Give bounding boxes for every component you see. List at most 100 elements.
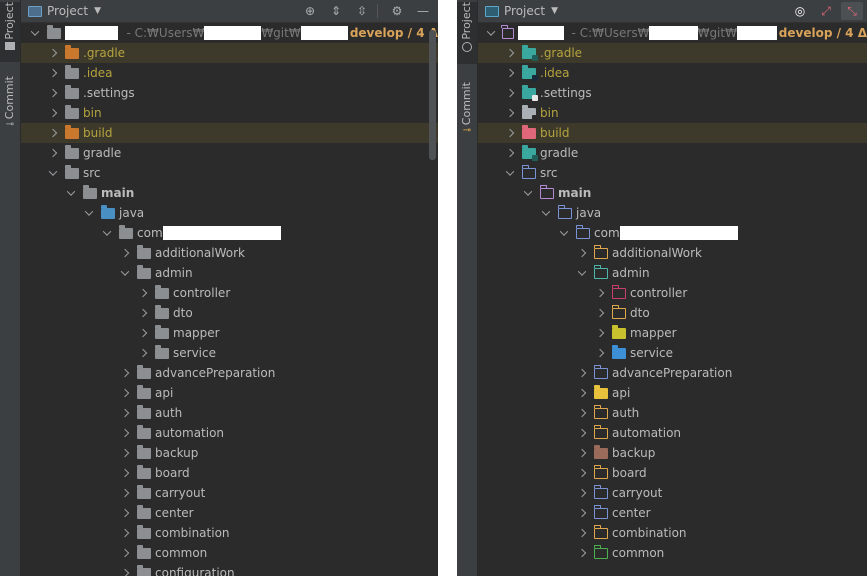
chevron-down-icon[interactable] (119, 263, 131, 283)
tree-row[interactable]: combination (478, 523, 867, 543)
tree-row[interactable]: combination (21, 523, 438, 543)
chevron-right-icon[interactable] (504, 143, 516, 163)
tree-row[interactable]: .settings (21, 83, 438, 103)
tab-commit[interactable]: Commit ⊸ (457, 82, 477, 142)
tree-row[interactable]: backup (478, 443, 867, 463)
tree-row[interactable]: board (478, 463, 867, 483)
chevron-right-icon[interactable] (119, 403, 131, 423)
tree-row[interactable]: common (21, 543, 438, 563)
chevron-down-icon[interactable] (576, 263, 588, 283)
tree-row[interactable]: carryout (478, 483, 867, 503)
tree-row[interactable]: mapper (478, 323, 867, 343)
chevron-right-icon[interactable] (594, 323, 606, 343)
tree-row[interactable]: gradle (478, 143, 867, 163)
chevron-down-icon[interactable] (101, 223, 113, 243)
tree-row[interactable]: dto (478, 303, 867, 323)
chevron-right-icon[interactable] (119, 563, 131, 576)
tree-row[interactable]: advancePreparation (478, 363, 867, 383)
chevron-right-icon[interactable] (137, 343, 149, 363)
tree-row[interactable]: board (21, 463, 438, 483)
chevron-right-icon[interactable] (576, 483, 588, 503)
scrollbar-thumb[interactable] (429, 30, 436, 160)
chevron-right-icon[interactable] (576, 243, 588, 263)
tree-row[interactable]: com (478, 223, 867, 243)
tree-row[interactable]: com (21, 223, 438, 243)
chevron-right-icon[interactable] (576, 443, 588, 463)
panel-title[interactable]: Project (47, 4, 88, 18)
tree-row[interactable]: additionalWork (478, 243, 867, 263)
chevron-right-icon[interactable] (576, 383, 588, 403)
tab-project[interactable]: Project (0, 2, 20, 62)
tree-row[interactable]: - C:₩Users₩ ₩git₩ develop / 4 Δ (478, 23, 867, 43)
chevron-right-icon[interactable] (47, 143, 59, 163)
chevron-right-icon[interactable] (119, 363, 131, 383)
tree-row[interactable]: java (478, 203, 867, 223)
chevron-down-icon[interactable] (522, 183, 534, 203)
tree-row[interactable]: main (478, 183, 867, 203)
tree-row[interactable]: build (478, 123, 867, 143)
chevron-right-icon[interactable] (594, 283, 606, 303)
chevron-down-icon[interactable]: ▼ (551, 6, 558, 16)
tree-row[interactable]: center (478, 503, 867, 523)
tree-row[interactable]: service (478, 343, 867, 363)
tree-row[interactable]: bin (478, 103, 867, 123)
tree-row[interactable]: admin (21, 263, 438, 283)
tree-row[interactable]: additionalWork (21, 243, 438, 263)
tree-row[interactable]: automation (478, 423, 867, 443)
chevron-down-icon[interactable] (540, 203, 552, 223)
chevron-right-icon[interactable] (576, 523, 588, 543)
tree-row[interactable]: .gradle (478, 43, 867, 63)
tree-row[interactable]: auth (478, 403, 867, 423)
tree-row[interactable]: configuration (21, 563, 438, 576)
tree-row[interactable]: build (21, 123, 438, 143)
expand-all-icon[interactable]: ⇕ (325, 2, 347, 20)
chevron-right-icon[interactable] (47, 43, 59, 63)
gear-icon[interactable]: ⚙ (386, 2, 408, 20)
tree-row[interactable]: src (21, 163, 438, 183)
chevron-down-icon[interactable] (504, 163, 516, 183)
chevron-right-icon[interactable] (594, 343, 606, 363)
chevron-right-icon[interactable] (576, 503, 588, 523)
minimize-icon[interactable]: — (412, 2, 434, 20)
tab-project[interactable]: Project (457, 2, 477, 64)
tree-row[interactable]: .idea (478, 63, 867, 83)
tree-row[interactable]: api (478, 383, 867, 403)
chevron-down-icon[interactable] (65, 183, 77, 203)
chevron-right-icon[interactable] (576, 423, 588, 443)
tree-row[interactable]: controller (21, 283, 438, 303)
tree-row[interactable]: .settings (478, 83, 867, 103)
chevron-right-icon[interactable] (504, 123, 516, 143)
tree-row[interactable]: common (478, 543, 867, 563)
tree-row[interactable]: main (21, 183, 438, 203)
tree-row[interactable]: java (21, 203, 438, 223)
chevron-right-icon[interactable] (594, 303, 606, 323)
tree-row[interactable]: dto (21, 303, 438, 323)
chevron-right-icon[interactable] (119, 443, 131, 463)
chevron-right-icon[interactable] (119, 523, 131, 543)
chevron-right-icon[interactable] (119, 483, 131, 503)
chevron-right-icon[interactable] (47, 83, 59, 103)
chevron-right-icon[interactable] (119, 383, 131, 403)
expand-icon[interactable]: ⤢ (815, 2, 837, 20)
tree-row[interactable]: automation (21, 423, 438, 443)
chevron-down-icon[interactable] (486, 23, 496, 43)
chevron-right-icon[interactable] (504, 63, 516, 83)
tree-row[interactable]: controller (478, 283, 867, 303)
chevron-down-icon[interactable] (83, 203, 95, 223)
tree-row[interactable]: bin (21, 103, 438, 123)
tree-row[interactable]: auth (21, 403, 438, 423)
collapse-all-icon[interactable]: ⇳ (351, 2, 373, 20)
chevron-right-icon[interactable] (119, 503, 131, 523)
panel-title[interactable]: Project (504, 4, 545, 18)
chevron-right-icon[interactable] (47, 123, 59, 143)
tree-row[interactable]: - C:₩Users₩ ₩git₩ develop / 4 Δ (21, 23, 438, 43)
chevron-right-icon[interactable] (47, 103, 59, 123)
chevron-right-icon[interactable] (137, 283, 149, 303)
chevron-right-icon[interactable] (137, 323, 149, 343)
tree-row[interactable]: admin (478, 263, 867, 283)
chevron-right-icon[interactable] (47, 63, 59, 83)
chevron-right-icon[interactable] (576, 543, 588, 563)
chevron-right-icon[interactable] (576, 403, 588, 423)
tree-row[interactable]: .gradle (21, 43, 438, 63)
tree-row[interactable]: api (21, 383, 438, 403)
